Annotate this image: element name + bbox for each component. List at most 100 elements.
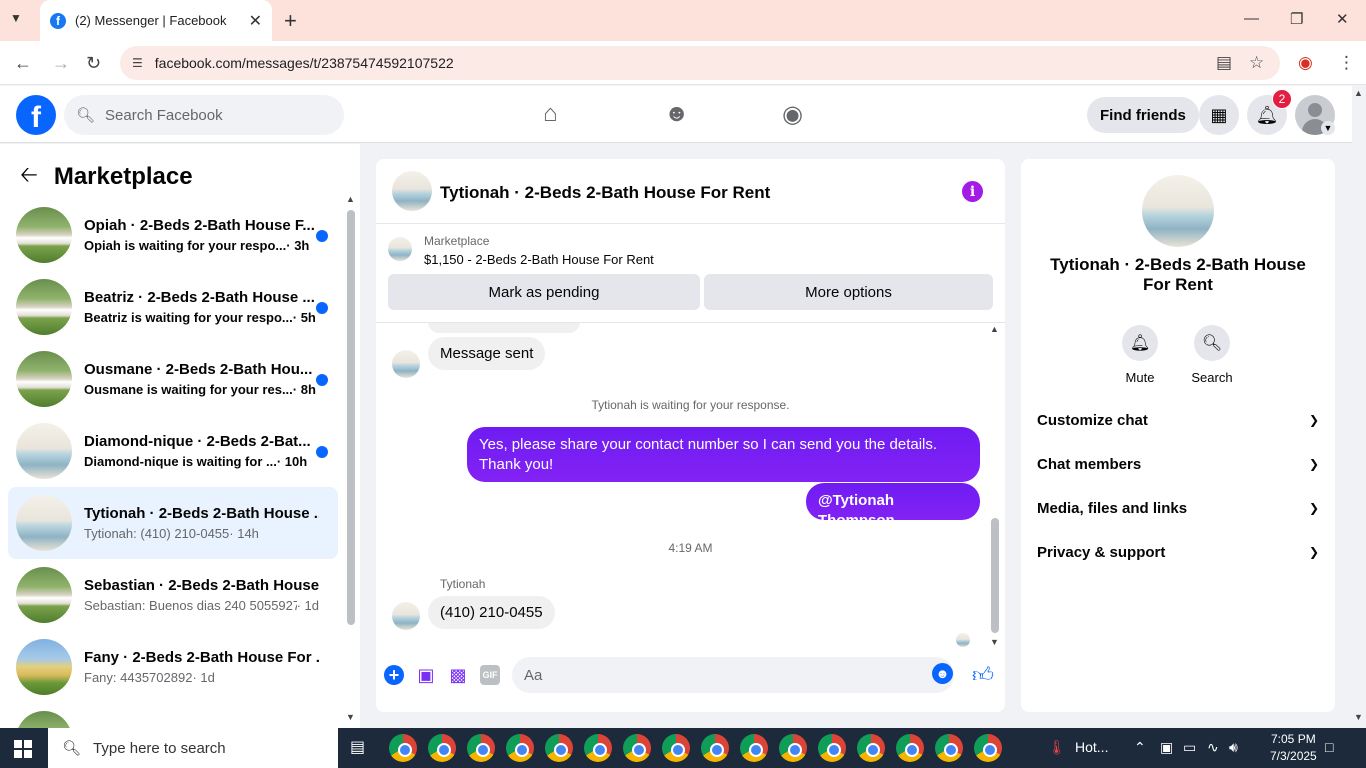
chat-list-item[interactable]: Isabel · 2-Beds 2-Bath House ... [8,703,338,728]
tray-chevron-icon[interactable]: ⌃ [1134,739,1146,756]
chrome-icon-3[interactable] [467,734,495,762]
listing-price[interactable]: $1,150 - 2-Beds 2-Bath House For Rent [424,252,654,267]
menu-grid-icon[interactable]: ▦ [1199,95,1239,135]
scroll-up-icon[interactable]: ▲ [346,194,355,204]
chrome-icon-4[interactable] [506,734,534,762]
thumbs-up-icon[interactable]: 👍︎ [972,662,994,688]
chat-text: Diamond-nique · 2-Beds 2-Bat... Diamond-n… [84,433,319,469]
chrome-icon-6[interactable] [584,734,612,762]
back-icon[interactable]: ← [14,53,32,74]
task-view-icon[interactable]: ▤ [350,734,378,762]
search-in-chat-button[interactable]: 🔍︎ Search [1177,325,1247,385]
find-friends-button[interactable]: Find friends [1087,97,1199,133]
close-tab-icon[interactable]: ✕ [249,11,262,31]
account-chevron-icon[interactable]: ▼ [1321,121,1335,135]
chat-list-item[interactable]: Sebastian · 2-Beds 2-Bath House... Sebast… [8,559,338,631]
browser-menu-icon[interactable]: ⋮ [1338,53,1355,73]
chat-members-section[interactable]: Chat members ❯ [1037,449,1319,479]
messages-scroll-down-icon[interactable]: ▼ [990,637,999,647]
sender-avatar[interactable] [392,350,420,378]
profile-icon[interactable]: ◉ [1298,53,1313,73]
new-tab-icon[interactable]: + [284,8,297,34]
install-app-icon[interactable]: ▤ [1216,53,1232,73]
plus-icon[interactable]: + [384,665,404,685]
chrome-icon-16[interactable] [974,734,1002,762]
wifi-icon[interactable]: ∿ [1207,739,1219,756]
taskbar-search-input[interactable]: 🔍︎ Type here to search [48,728,338,768]
chrome-icon-10[interactable] [740,734,768,762]
emoji-icon[interactable]: ☻ [932,663,953,684]
windows-start-icon[interactable] [14,740,32,758]
sender-avatar-2[interactable] [392,602,420,630]
scroll-down-icon[interactable]: ▼ [346,712,355,722]
chat-text: Ousmane · 2-Beds 2-Bath Hou... Ousmane is… [84,361,319,397]
friends-icon[interactable]: ☻ [664,100,689,128]
sticker-icon[interactable]: ▩ [448,665,468,685]
facebook-logo[interactable]: f [16,95,56,135]
home-icon[interactable]: ⌂ [543,100,558,128]
chrome-icon-2[interactable] [428,734,456,762]
weather-text[interactable]: Hot... [1075,739,1108,755]
chat-list-item[interactable]: Tytionah · 2-Beds 2-Bath House ... Tytion… [8,487,338,559]
reload-icon[interactable]: ↻ [86,53,101,74]
taskbar-clock[interactable]: 7:05 PM 7/3/2025 [1270,731,1317,765]
details-avatar[interactable] [1142,175,1214,247]
chat-list-scrollbar[interactable] [347,210,355,625]
privacy-support-section[interactable]: Privacy & support ❯ [1037,537,1319,567]
chat-preview-text: Ousmane is waiting for your res... [84,382,293,397]
page-scroll-down-icon[interactable]: ▼ [1354,712,1363,722]
photo-icon[interactable]: ▣ [416,665,436,685]
chrome-icon-5[interactable] [545,734,573,762]
chat-list-item[interactable]: Opiah · 2-Beds 2-Bath House F... Opiah is… [8,199,338,271]
gif-icon[interactable]: GIF [480,665,500,685]
browser-tab[interactable]: f (2) Messenger | Facebook ✕ [40,0,272,41]
notification-center-icon[interactable]: □ [1325,739,1333,755]
mute-button[interactable]: 🔔︎ Mute [1105,325,1175,385]
chat-list-item[interactable]: Ousmane · 2-Beds 2-Bath Hou... Ousmane is… [8,343,338,415]
close-window-icon[interactable]: ✕ [1336,10,1349,28]
chat-list-item[interactable]: Diamond-nique · 2-Beds 2-Bat... Diamond-n… [8,415,338,487]
chrome-icon-8[interactable] [662,734,690,762]
chrome-icon-9[interactable] [701,734,729,762]
chrome-icon-1[interactable] [389,734,417,762]
listing-thumbnail[interactable] [388,237,412,261]
chrome-icon-13[interactable] [857,734,885,762]
media-files-links-section[interactable]: Media, files and links ❯ [1037,493,1319,523]
customize-chat-section[interactable]: Customize chat ❯ [1037,405,1319,435]
info-icon[interactable]: i [962,181,983,202]
chat-list-item[interactable]: Fany · 2-Beds 2-Bath House For ... Fany: … [8,631,338,703]
meet-icon[interactable]: ▣ [1160,739,1173,756]
chat-list-item[interactable]: Beatriz · 2-Beds 2-Bath House ... Beatriz… [8,271,338,343]
conversation-title[interactable]: Tytionah · 2-Beds 2-Bath House For Rent [440,183,770,203]
bookmark-star-icon[interactable]: ☆ [1249,53,1264,73]
groups-icon[interactable]: ◉ [782,100,803,129]
chrome-icon-15[interactable] [935,734,963,762]
page-scroll-up-icon[interactable]: ▲ [1354,88,1363,98]
address-bar-row: ← → ↻ ☰ facebook.com/messages/t/23875474… [0,41,1366,85]
section-label: Customize chat [1037,411,1148,429]
site-settings-icon[interactable]: ☰ [132,56,143,70]
battery-icon[interactable]: ▭ [1183,739,1196,756]
url-field[interactable]: ☰ facebook.com/messages/t/23875474592107… [120,46,1280,80]
mark-as-pending-button[interactable]: Mark as pending [388,274,700,310]
message-input[interactable]: Aa [512,657,954,693]
messages-scroll-up-icon[interactable]: ▲ [990,324,999,334]
message-sent-bubble: Message sent [428,337,546,370]
forward-icon[interactable]: → [52,53,70,74]
chrome-icon-7[interactable] [623,734,651,762]
weather-icon[interactable]: 🌡︎ [1048,739,1066,756]
facebook-search-input[interactable]: 🔍︎ Search Facebook [64,95,344,135]
tab-search-chevron-icon[interactable]: ▼ [10,11,22,25]
back-arrow-icon[interactable]: 🡠︎ [20,158,38,196]
chrome-icon-14[interactable] [896,734,924,762]
messages-scrollbar[interactable] [991,518,999,633]
more-options-button[interactable]: More options [704,274,993,310]
volume-icon[interactable]: 🔊︎ [1229,739,1238,756]
chat-preview-text: Opiah is waiting for your respo... [84,238,287,253]
restore-icon[interactable]: ❐ [1290,10,1303,28]
conversation-avatar[interactable] [392,171,432,211]
chrome-icon-12[interactable] [818,734,846,762]
chrome-icon-11[interactable] [779,734,807,762]
minimize-icon[interactable]: — [1244,10,1259,27]
mention-bubble[interactable]: @Tytionah Thompson [806,483,980,529]
